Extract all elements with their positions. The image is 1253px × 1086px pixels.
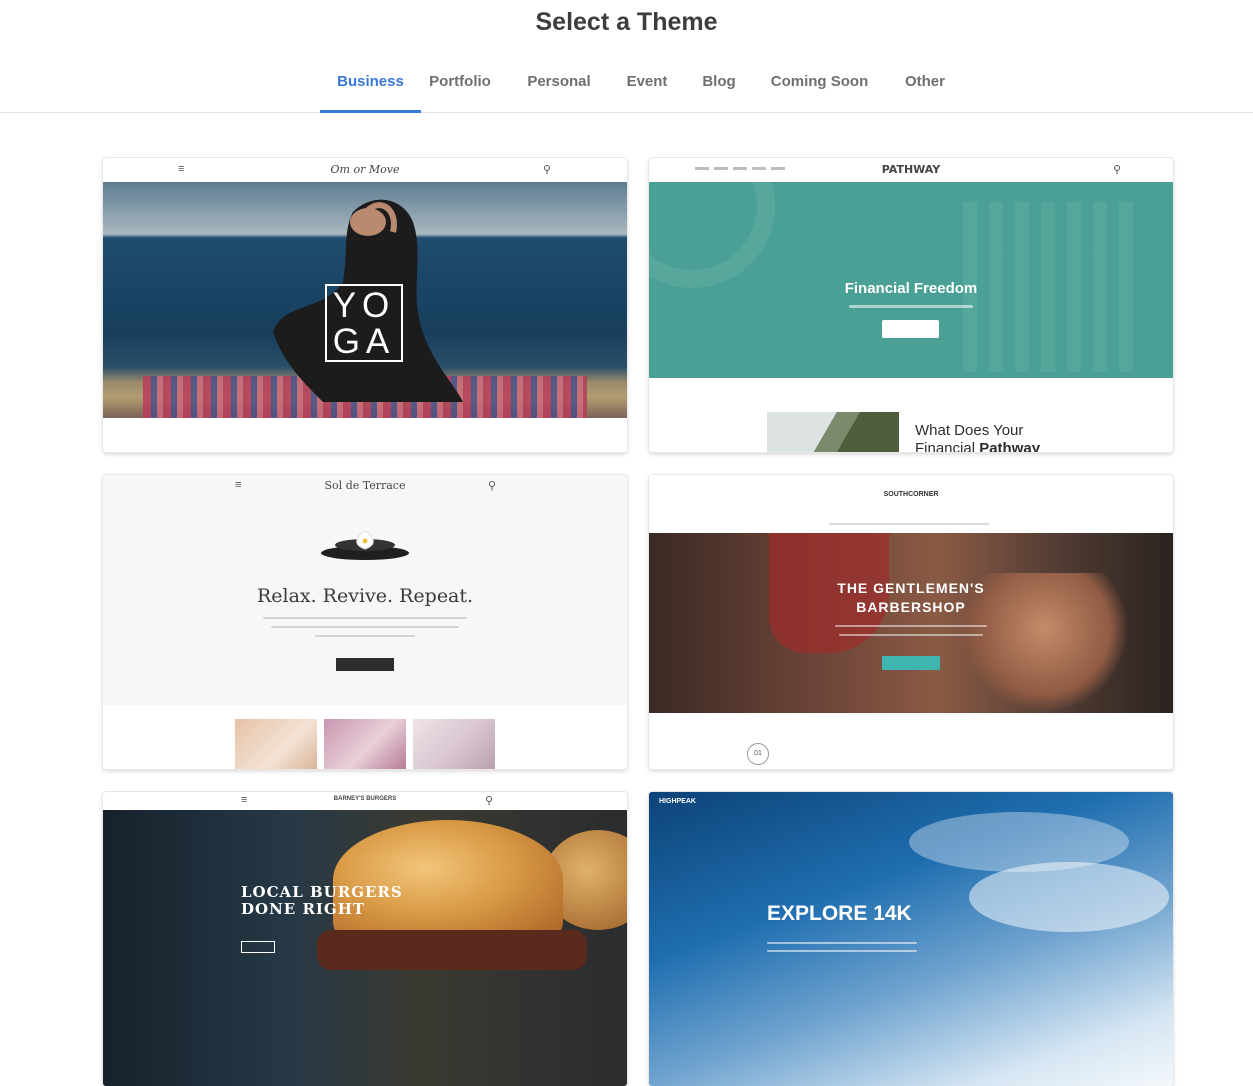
section-heading-bold: Pathway [979,440,1041,452]
spa-thumbnail-row [235,719,495,769]
tab-portfolio[interactable]: Portfolio [420,64,500,112]
theme-headline: EXPLORE 14K [767,902,912,925]
headline-line-2: BARBERSHOP [856,599,966,615]
theme-logo: Sol de Terrace [324,479,406,492]
theme-category-tabs: Business Portfolio Personal Event Blog C… [0,64,1253,113]
theme-preview-nav: ≡ Om or Move ⚲ [103,158,627,182]
theme-hero-image: HIGHPEAK EXPLORE 14K [649,792,1173,1086]
tab-personal[interactable]: Personal [518,64,600,112]
theme-card-barbershop[interactable]: SOUTHCORNER THE GENTLEMEN'S BARBERSHOP 0… [649,475,1173,769]
placeholder-text-line [835,625,987,627]
hero-cta-button [241,941,275,953]
section-heading-line-2: Financial [915,440,980,452]
placeholder-text-line [839,634,983,636]
placeholder-text-line [315,635,415,637]
theme-headline: LOCAL BURGERS DONE RIGHT [241,884,403,918]
headline-line-2: DONE RIGHT [241,900,366,918]
theme-card-yoga[interactable]: ≡ Om or Move ⚲ YO GA [103,158,627,452]
yoga-text-line-1: YO [332,286,396,325]
theme-logo: HIGHPEAK [659,798,696,805]
theme-card-spa[interactable]: ≡ Sol de Terrace ⚲ Relax. Revive. Repeat… [103,475,627,769]
tab-event[interactable]: Event [617,64,677,112]
burger-graphic [333,820,563,940]
placeholder-text-line [263,617,467,619]
nav-links-graphic [829,523,989,525]
theme-hero-image: Financial Freedom [649,158,1173,378]
placeholder-text-line [271,626,459,628]
theme-logo: SOUTHCORNER [883,491,939,498]
decorative-arc-graphic [649,158,775,288]
burger-patty-graphic [317,930,587,970]
hero-cta-button [882,656,940,670]
theme-headline: THE GENTLEMEN'S BARBERSHOP [649,579,1173,617]
spa-stones-graphic [321,531,409,560]
theme-hero-image: LOCAL BURGERS DONE RIGHT [103,810,627,1086]
placeholder-text-line [767,942,917,944]
tab-blog[interactable]: Blog [694,64,744,112]
placeholder-text-line [767,950,917,952]
headline-line-1: LOCAL BURGERS [241,883,403,901]
search-icon: ⚲ [1113,164,1122,176]
theme-card-explore[interactable]: HIGHPEAK EXPLORE 14K [649,792,1173,1086]
theme-preview-nav: ≡ BARNEY'S BURGERS ⚲ [103,792,627,810]
spa-thumbnail [235,719,317,769]
theme-card-burgers[interactable]: ≡ BARNEY'S BURGERS ⚲ LOCAL BURGERS DONE … [103,792,627,1086]
spa-thumbnail [324,719,406,769]
hero-cta-button [336,658,394,671]
tab-other[interactable]: Other [895,64,955,112]
cloud-graphic [969,862,1169,932]
theme-logo: BARNEY'S BURGERS [333,796,397,802]
page-title: Select a Theme [535,8,718,36]
theme-hero-image: YO GA [103,182,627,418]
theme-hero-image: ≡ Sol de Terrace ⚲ Relax. Revive. Repeat… [103,475,627,705]
tab-business[interactable]: Business [320,64,421,113]
theme-headline: Relax. Revive. Repeat. [256,585,474,607]
yoga-title-box: YO GA [325,284,403,362]
tab-coming-soon[interactable]: Coming Soon [761,64,878,112]
placeholder-text-line [849,305,973,308]
search-icon: ⚲ [543,164,552,176]
theme-section-image [767,412,899,452]
theme-section-heading: What Does Your Financial Pathway [915,422,1040,452]
search-icon: ⚲ [488,480,497,492]
search-icon: ⚲ [485,795,494,807]
theme-headline: Financial Freedom [844,280,978,297]
theme-card-pathway[interactable]: PATHWAY ⚲ Financial Freedom What Does Yo… [649,158,1173,452]
spa-thumbnail [413,719,495,769]
section-heading-line-1: What Does Your [915,422,1024,439]
headline-line-1: THE GENTLEMEN'S [837,580,985,596]
theme-hero-image: THE GENTLEMEN'S BARBERSHOP [649,533,1173,713]
hero-cta-button [882,320,939,338]
section-number-badge: 01 [747,743,769,765]
yoga-text-line-2: GA [332,322,396,361]
